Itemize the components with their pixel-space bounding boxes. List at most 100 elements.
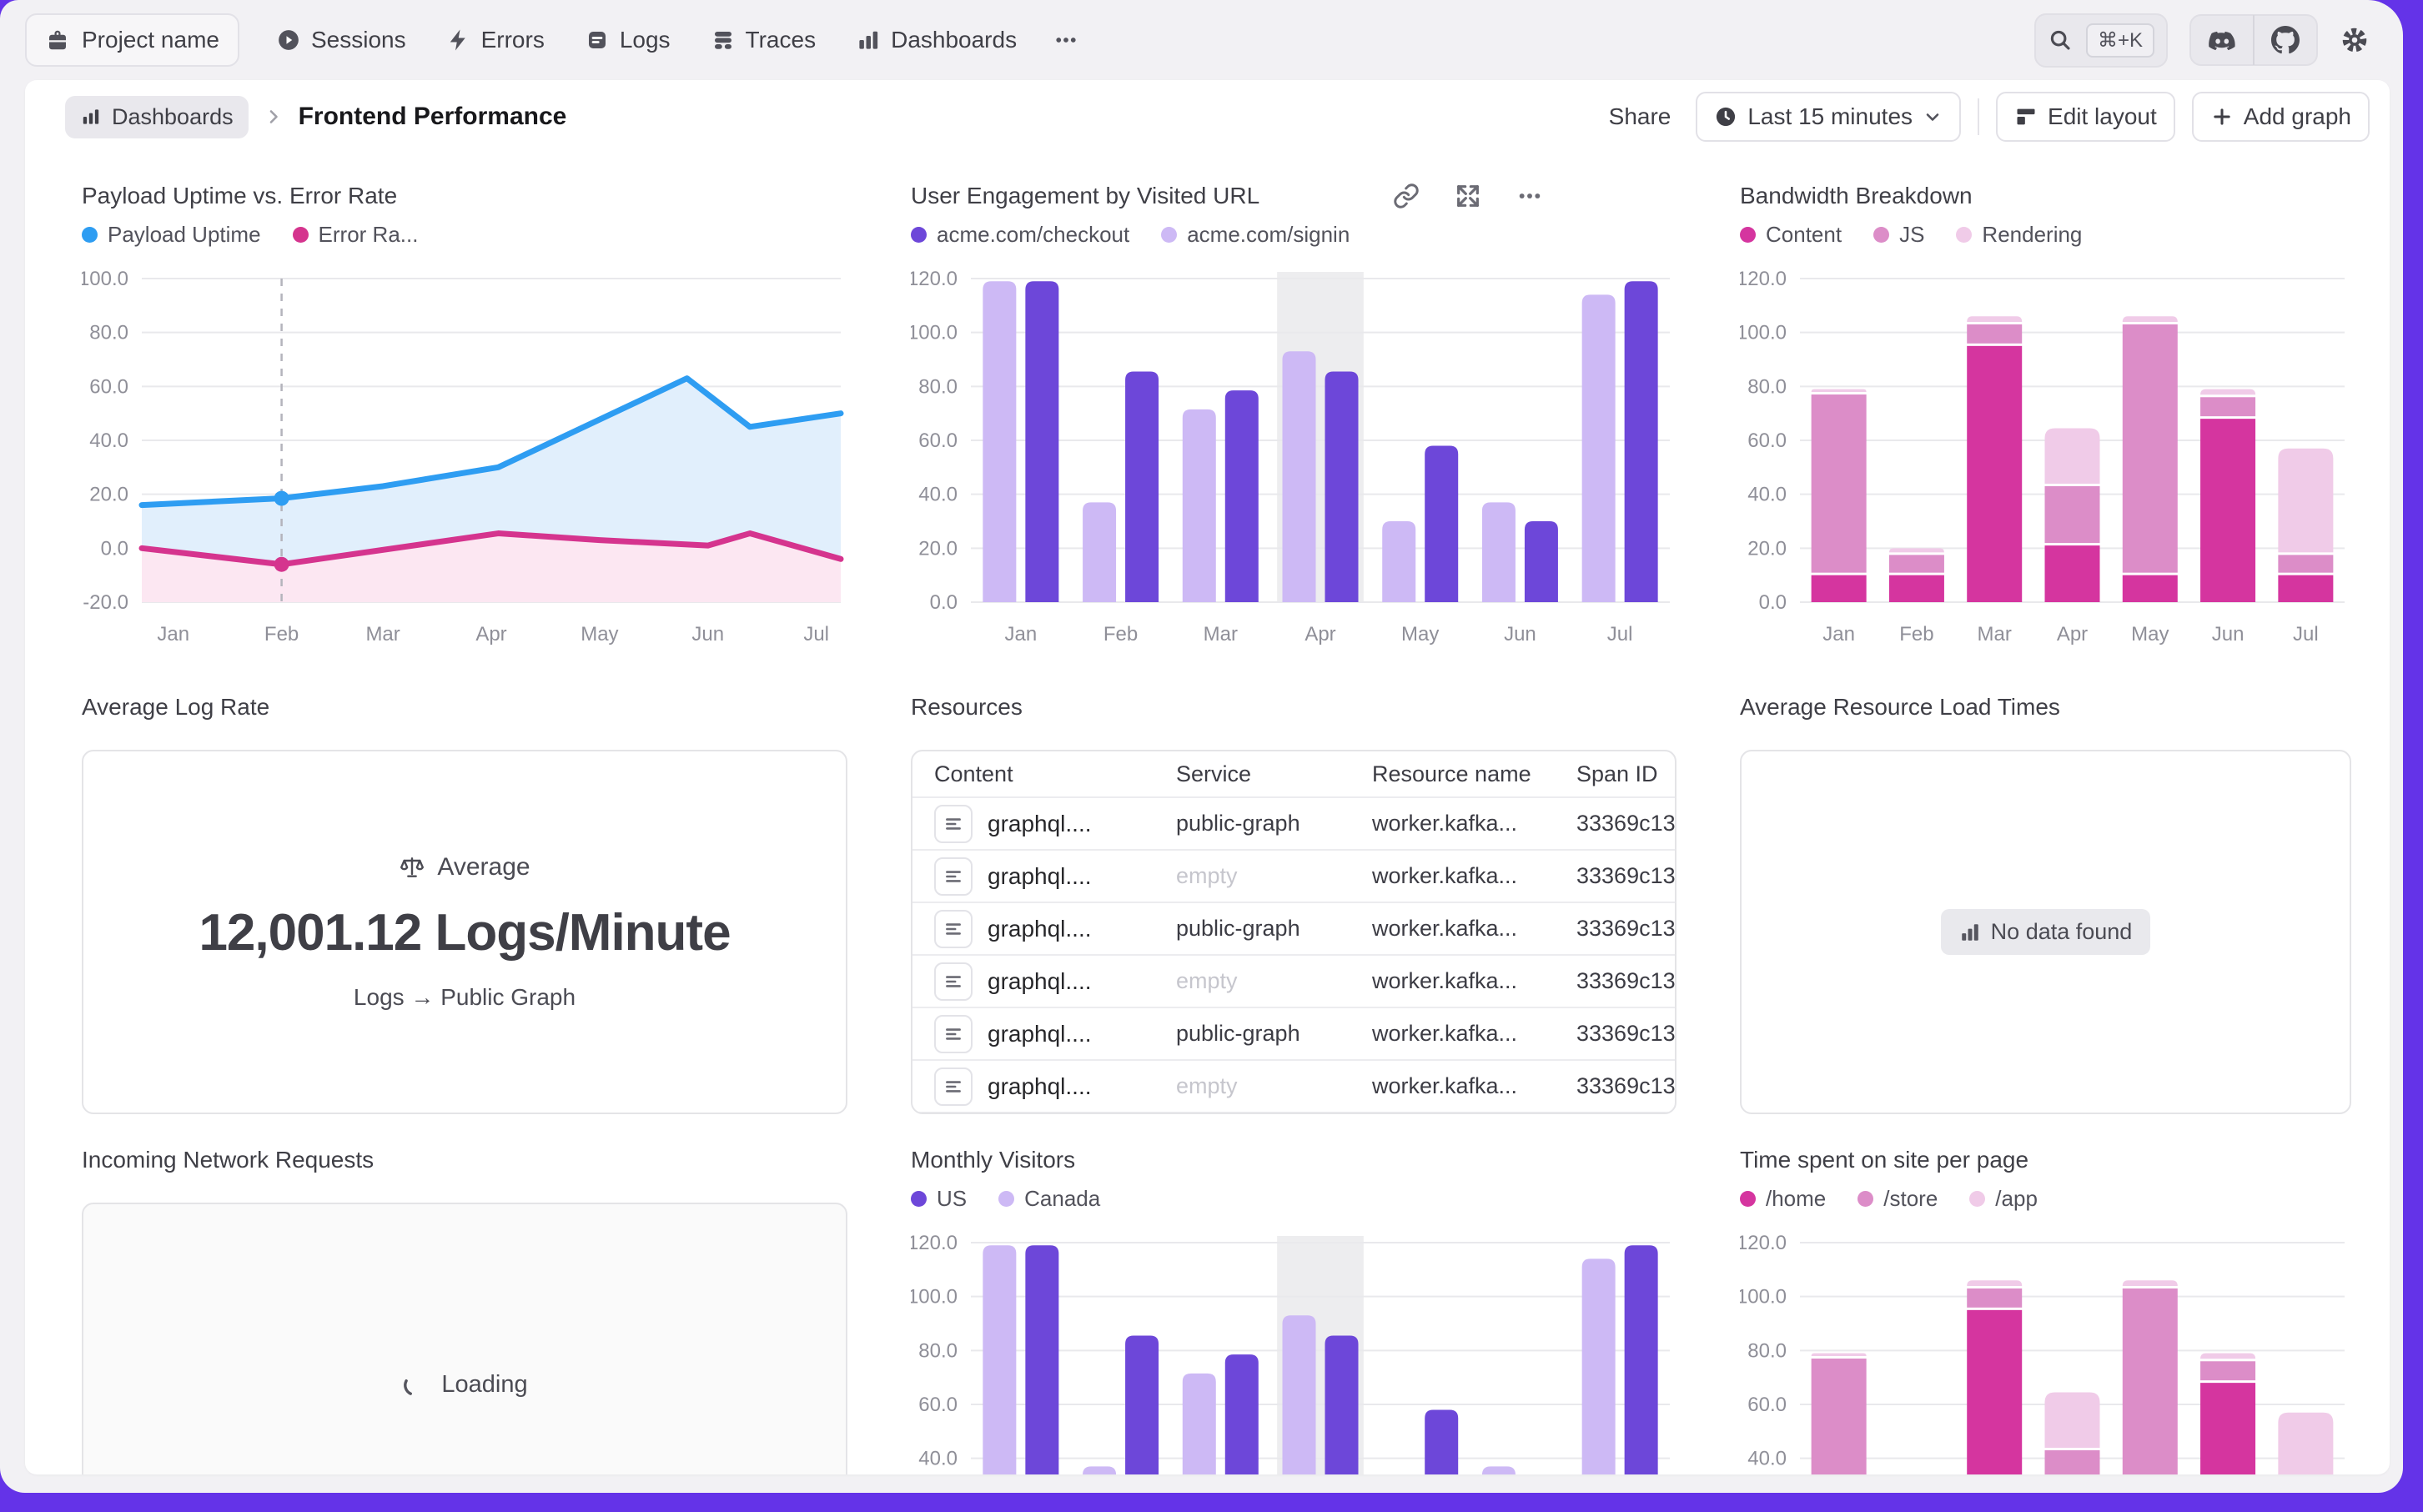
chart-area[interactable]: -20.00.020.040.060.080.0100.0JanFebMarAp…	[82, 265, 847, 661]
svg-text:Feb: Feb	[1899, 623, 1933, 645]
time-range-dropdown[interactable]: Last 15 minutes	[1696, 92, 1961, 142]
legend-item[interactable]: Error Ra...	[293, 222, 419, 248]
add-graph-button[interactable]: Add graph	[2192, 92, 2370, 142]
link-button[interactable]	[1393, 183, 1420, 209]
svg-text:20.0: 20.0	[89, 484, 128, 506]
nav-item-label: Traces	[746, 27, 817, 53]
legend-item[interactable]: /home	[1740, 1186, 1826, 1212]
svg-text:60.0: 60.0	[1747, 1394, 1787, 1416]
metric-subtitle: Logs → Public Graph	[354, 984, 576, 1011]
nav-item-traces[interactable]: Traces	[711, 27, 817, 53]
bar-chart-icon	[856, 28, 881, 53]
chart-svg[interactable]: -20.00.020.040.060.080.0100.0JanFebMarAp…	[82, 265, 847, 657]
tile-title: Payload Uptime vs. Error Rate	[82, 183, 397, 209]
svg-text:Jun: Jun	[2212, 623, 2245, 645]
cell-span-id: 33369c1380...	[1576, 863, 1676, 889]
cell-content: graphql....	[988, 968, 1092, 995]
expand-button[interactable]	[1455, 183, 1481, 209]
legend-dot	[911, 227, 927, 243]
legend-item[interactable]: /store	[1857, 1186, 1938, 1212]
chart-area[interactable]: 0.020.040.060.080.0100.0120.0JanFebMarAp…	[911, 1229, 1676, 1474]
svg-text:60.0: 60.0	[918, 429, 958, 452]
search-button[interactable]: ⌘+K	[2034, 13, 2168, 68]
dashboard-panel: Dashboards Frontend Performance Share La…	[25, 80, 2390, 1474]
chart-svg[interactable]: 0.020.040.060.080.0100.0120.0JanFebMarAp…	[911, 1229, 1676, 1474]
chart-svg[interactable]: 0.020.040.060.080.0100.0120.0JanFebMarAp…	[1740, 265, 2351, 657]
legend-label: Rendering	[1982, 222, 2082, 248]
svg-text:20.0: 20.0	[918, 537, 958, 560]
legend-item[interactable]: Rendering	[1956, 222, 2082, 248]
table-row[interactable]: graphql.... public-graph worker.kafka...…	[912, 798, 1675, 851]
legend-item[interactable]: /app	[1969, 1186, 2038, 1212]
svg-text:Apr: Apr	[2057, 623, 2088, 645]
svg-text:40.0: 40.0	[1747, 484, 1787, 506]
legend-label: US	[937, 1186, 967, 1212]
svg-text:60.0: 60.0	[918, 1394, 958, 1416]
svg-text:60.0: 60.0	[89, 375, 128, 398]
more-button[interactable]	[1516, 183, 1543, 209]
layout-icon	[2014, 105, 2038, 128]
tile-title: Average Log Rate	[82, 694, 269, 721]
graph-tile-payload-uptime-vs-error-rate: Payload Uptime vs. Error Rate Payload Upt…	[82, 182, 847, 661]
table-row[interactable]: graphql.... public-graph worker.kafka...…	[912, 903, 1675, 956]
nav-item-label: Dashboards	[891, 27, 1017, 53]
tile-title: Monthly Visitors	[911, 1147, 1075, 1173]
edit-layout-label: Edit layout	[2048, 103, 2157, 130]
svg-text:40.0: 40.0	[89, 429, 128, 452]
chart-area[interactable]: 0.020.040.060.080.0100.0120.0JanFebMarAp…	[1740, 1229, 2351, 1474]
nav-item-label: Sessions	[311, 27, 406, 53]
github-button[interactable]	[2255, 16, 2316, 64]
svg-text:100.0: 100.0	[1740, 1286, 1787, 1309]
svg-text:80.0: 80.0	[1747, 375, 1787, 398]
row-icon-chip	[934, 1015, 973, 1053]
cell-content: graphql....	[988, 1073, 1092, 1100]
legend-item[interactable]: acme.com/signin	[1161, 222, 1350, 248]
nav-more-button[interactable]	[1053, 28, 1078, 53]
briefcase-icon	[45, 28, 70, 53]
clock-icon	[1714, 105, 1737, 128]
tile-title: Time spent on site per page	[1740, 1147, 2028, 1173]
social-button-group	[2189, 14, 2318, 66]
chart-area[interactable]: 0.020.040.060.080.0100.0120.0JanFebMarAp…	[911, 265, 1676, 661]
nav-item-dashboards[interactable]: Dashboards	[856, 27, 1017, 53]
legend-item[interactable]: Content	[1740, 222, 1842, 248]
github-icon	[2271, 26, 2300, 54]
table-row[interactable]: graphql.... empty worker.kafka... 33369c…	[912, 1061, 1675, 1113]
table-row[interactable]: graphql.... empty worker.kafka... 33369c…	[912, 851, 1675, 903]
settings-button[interactable]	[2340, 25, 2370, 55]
chart-svg[interactable]: 0.020.040.060.080.0100.0120.0JanFebMarAp…	[911, 265, 1676, 657]
table-row[interactable]: graphql.... public-graph worker.kafka...…	[912, 1008, 1675, 1061]
legend-item[interactable]: JS	[1873, 222, 1924, 248]
edit-layout-button[interactable]: Edit layout	[1996, 92, 2175, 142]
share-button[interactable]: Share	[1601, 103, 1680, 130]
table-row[interactable]: graphql.... empty worker.kafka... 33369c…	[912, 956, 1675, 1008]
svg-text:0.0: 0.0	[930, 591, 958, 614]
nav-item-sessions[interactable]: Sessions	[276, 27, 406, 53]
chart-svg[interactable]: 0.020.040.060.080.0100.0120.0JanFebMarAp…	[1740, 1229, 2351, 1474]
chart-legend: US Canada	[911, 1186, 1676, 1211]
legend-item[interactable]: acme.com/checkout	[911, 222, 1129, 248]
legend-item[interactable]: Canada	[998, 1186, 1100, 1212]
svg-text:80.0: 80.0	[918, 1339, 958, 1362]
legend-dot	[293, 227, 309, 243]
nav-item-errors[interactable]: Errors	[446, 27, 545, 53]
table-row[interactable]: graphql.... public-graph worker.kafka...…	[912, 1113, 1675, 1114]
cell-resource-name: worker.kafka...	[1372, 863, 1576, 889]
svg-text:-20.0: -20.0	[83, 591, 128, 614]
svg-text:0.0: 0.0	[1759, 591, 1787, 614]
discord-button[interactable]	[2191, 16, 2253, 64]
cell-span-id: 33369c1380...	[1576, 968, 1676, 994]
project-switcher-button[interactable]: Project name	[25, 13, 239, 67]
chart-area[interactable]: 0.020.040.060.080.0100.0120.0JanFebMarAp…	[1740, 265, 2351, 661]
svg-text:20.0: 20.0	[1747, 537, 1787, 560]
breadcrumb-dashboards[interactable]: Dashboards	[65, 96, 249, 138]
cell-service: empty	[1176, 1073, 1372, 1099]
spinner-icon	[401, 1372, 428, 1399]
nav-menu: Sessions Errors Logs Traces Dashboards	[276, 27, 1017, 53]
legend-item[interactable]: US	[911, 1186, 967, 1212]
legend-item[interactable]: Payload Uptime	[82, 222, 261, 248]
scale-icon	[399, 854, 425, 881]
search-kbd-hint: ⌘+K	[2086, 23, 2154, 58]
nav-item-logs[interactable]: Logs	[585, 27, 671, 53]
lightning-icon	[446, 28, 471, 53]
